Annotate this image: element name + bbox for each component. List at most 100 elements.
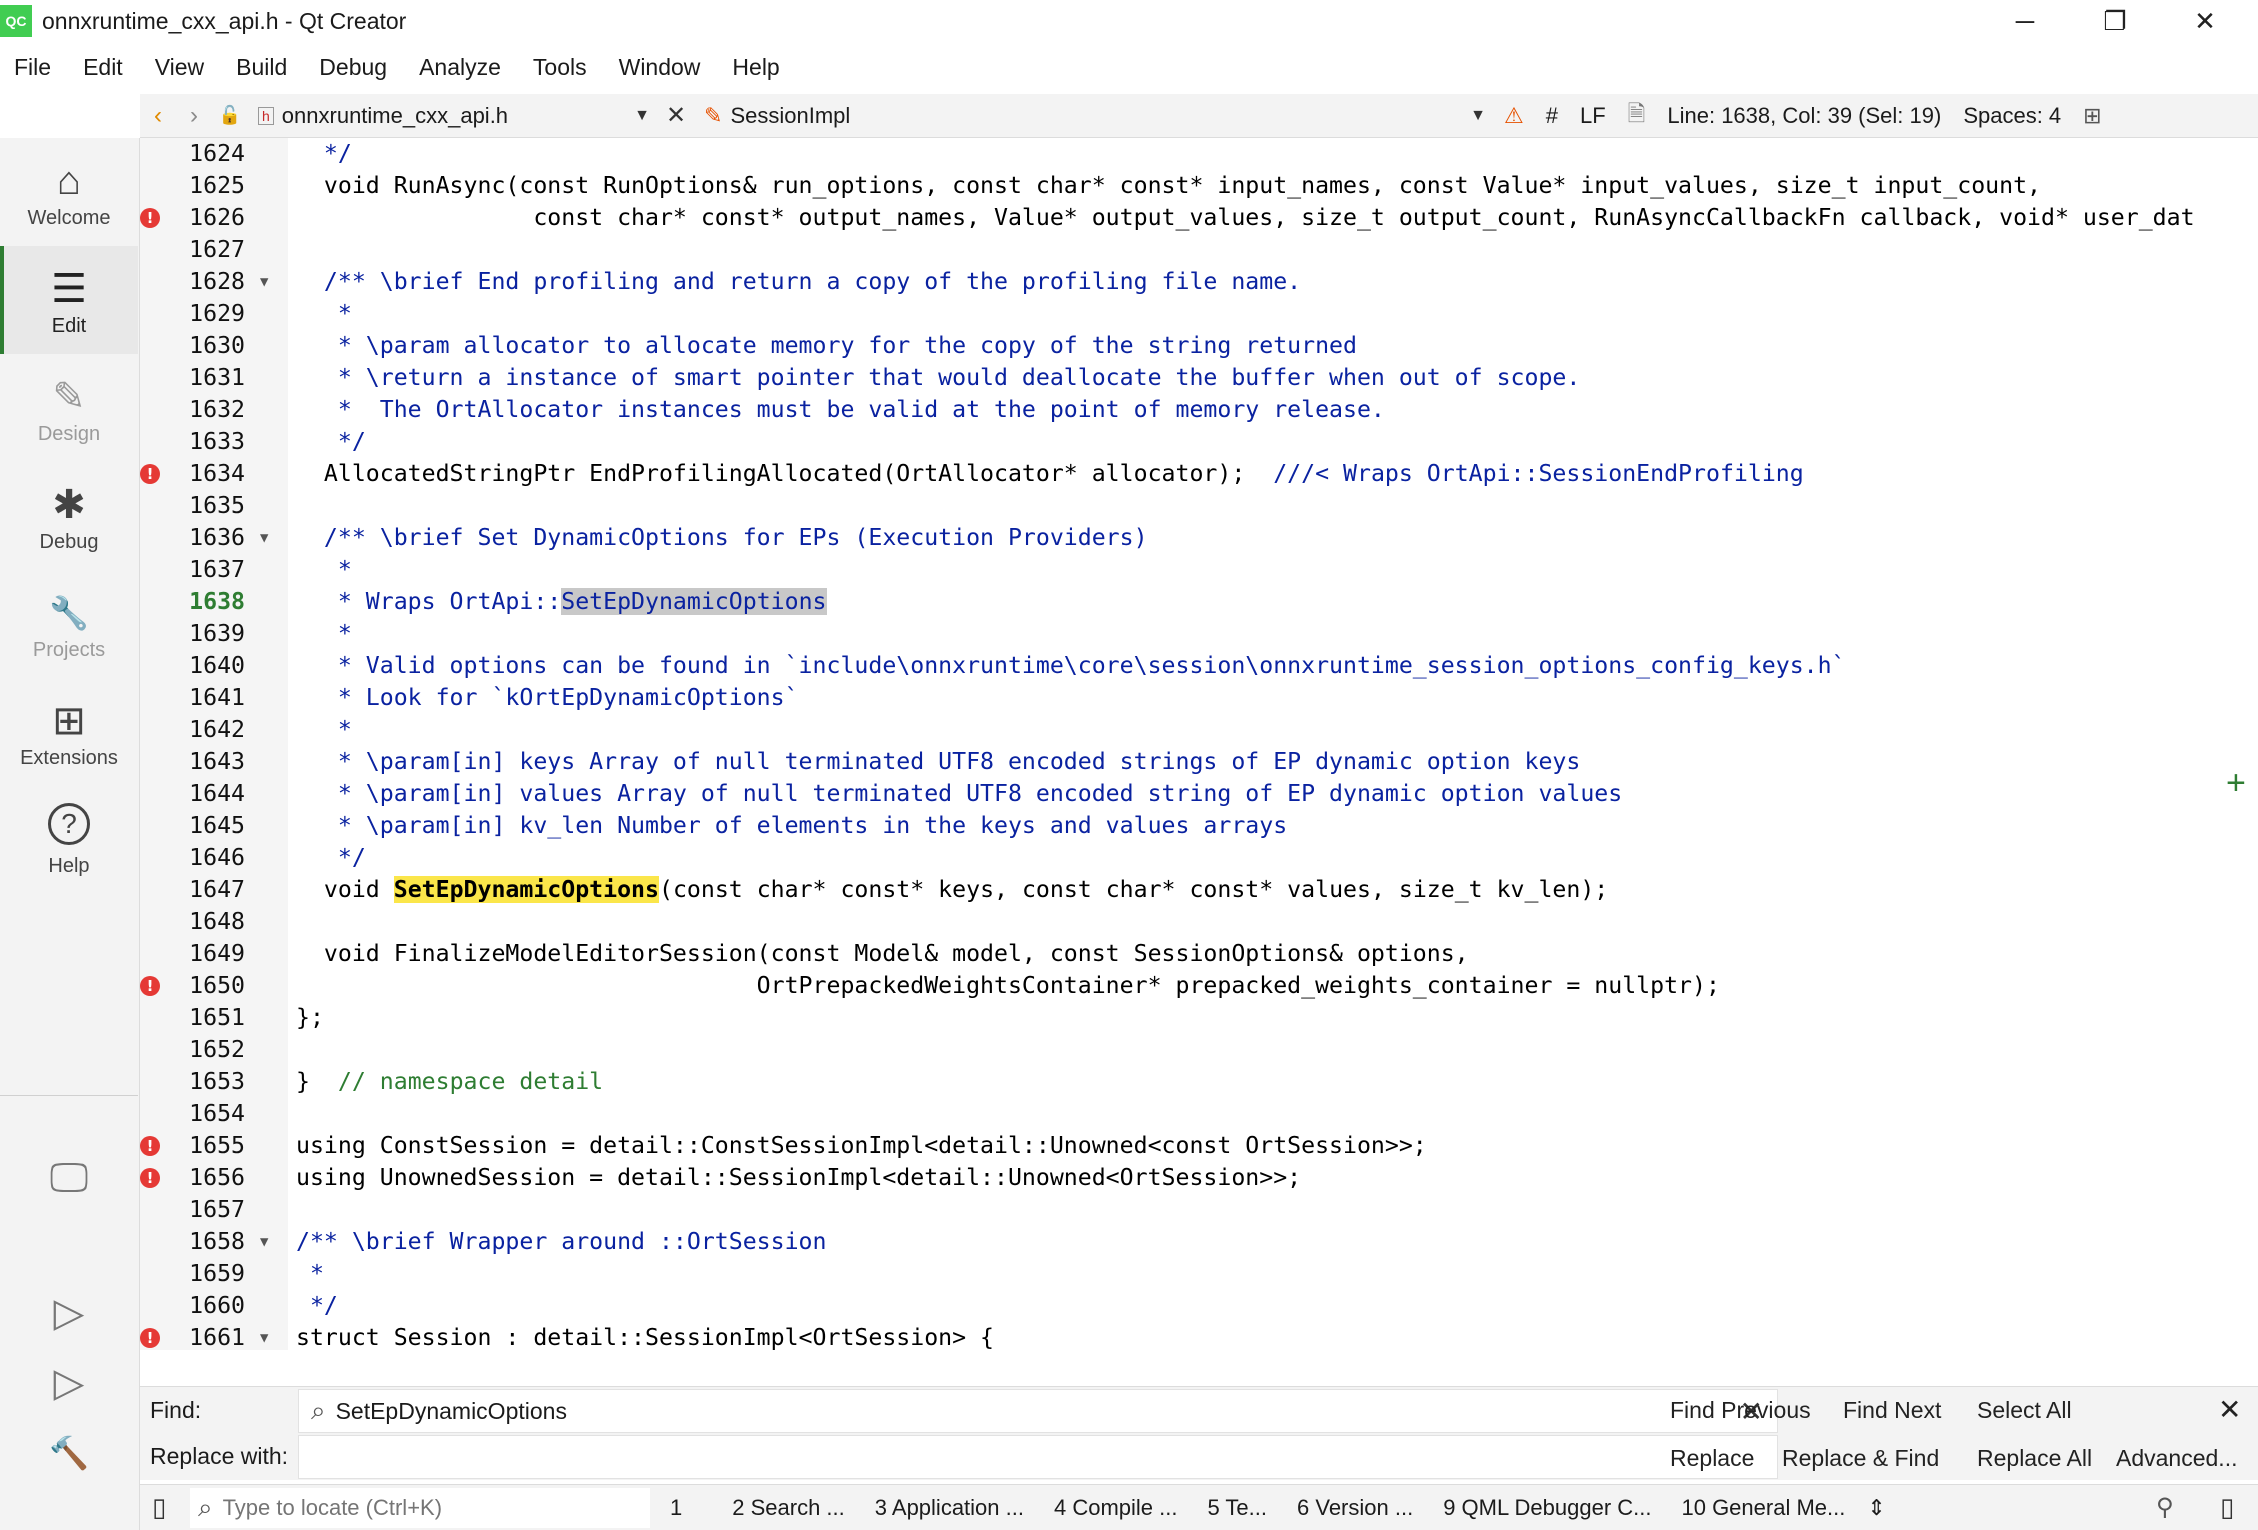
code-line[interactable]: ! 1655 using ConstSession = detail::ConstS…	[140, 1130, 2222, 1162]
code-line[interactable]: ! 1650 OrtPrepackedWeightsContainer* prep…	[140, 970, 2222, 1002]
run-button[interactable]: ▷	[0, 1278, 138, 1348]
output-pane-tab-compile[interactable]: 4 Compile ...	[1054, 1495, 1178, 1521]
mode-help[interactable]: ? Help	[0, 786, 138, 894]
mode-projects[interactable]: 🔧 Projects	[0, 570, 138, 678]
more-panes-icon[interactable]: ⇕	[1867, 1495, 1885, 1521]
symbols-combo[interactable]: ✎ SessionImpl ▼	[704, 103, 1494, 129]
maximize-button[interactable]: ❐	[2070, 0, 2160, 42]
code-line[interactable]: ! 1661 ▼ struct Session : detail::SessionIm…	[140, 1322, 2222, 1350]
code-line[interactable]: 1636 ▼ /** \brief Set DynamicOptions for …	[140, 522, 2222, 554]
open-documents-combo[interactable]: h onnxruntime_cxx_api.h ▼	[258, 103, 658, 129]
locator-input[interactable]	[222, 1494, 623, 1521]
code-line[interactable]: 1648	[140, 906, 2222, 938]
code-line[interactable]: ! 1656 using UnownedSession = detail::Sess…	[140, 1162, 2222, 1194]
menu-debug[interactable]: Debug	[319, 54, 387, 81]
lock-icon[interactable]: 🔓	[212, 105, 248, 126]
minimize-button[interactable]: ─	[1980, 0, 2070, 42]
code-line[interactable]: 1645 * \param[in] kv_len Number of eleme…	[140, 810, 2222, 842]
code-line[interactable]: ! 1626 const char* const* output_names, V…	[140, 202, 2222, 234]
code-line[interactable]: 1631 * \return a instance of smart point…	[140, 362, 2222, 394]
output-pane-tab-search[interactable]: 2 Search ...	[732, 1495, 845, 1521]
toggle-right-sidebar-icon[interactable]: ▯	[2220, 1492, 2234, 1523]
select-all-button[interactable]: Select All	[1977, 1397, 2072, 1424]
code-line[interactable]: 1643 * \param[in] keys Array of null ter…	[140, 746, 2222, 778]
close-find-icon[interactable]: ✕	[2218, 1393, 2241, 1426]
code-line[interactable]: 1627	[140, 234, 2222, 266]
code-line[interactable]: 1641 * Look for `kOrtEpDynamicOptions`	[140, 682, 2222, 714]
code-line[interactable]: 1630 * \param allocator to allocate memo…	[140, 330, 2222, 362]
code-line[interactable]: 1640 * Valid options can be found in `in…	[140, 650, 2222, 682]
code-line[interactable]: ! 1634 AllocatedStringPtr EndProfilingAll…	[140, 458, 2222, 490]
progress-details-icon[interactable]: ⚲	[2156, 1493, 2174, 1522]
close-window-button[interactable]: ✕	[2160, 0, 2250, 42]
code-line[interactable]: 1653} // namespace detail	[140, 1066, 2222, 1098]
menu-help[interactable]: Help	[732, 54, 779, 81]
split-editor-icon[interactable]: ⊞	[2083, 103, 2101, 129]
kit-selector-button[interactable]: 🖵	[0, 1138, 138, 1218]
replace-and-find-button[interactable]: Replace & Find	[1782, 1445, 1939, 1472]
code-line[interactable]: 1633 */	[140, 426, 2222, 458]
code-line[interactable]: 1660 */	[140, 1290, 2222, 1322]
code-line[interactable]: 1651};	[140, 1002, 2222, 1034]
code-line[interactable]: 1628 ▼ /** \brief End profiling and retur…	[140, 266, 2222, 298]
code-line[interactable]: 1639 *	[140, 618, 2222, 650]
code-line[interactable]: 1657	[140, 1194, 2222, 1226]
warning-icon[interactable]: ⚠	[1504, 103, 1524, 129]
code-line[interactable]: 1652	[140, 1034, 2222, 1066]
code-editor[interactable]: 1624 */1625 void RunAsync(const RunOptio…	[140, 138, 2222, 1350]
replace-button[interactable]: Replace	[1670, 1445, 1754, 1472]
locator[interactable]: ⌕	[190, 1487, 650, 1528]
output-pane-tab-general-messages[interactable]: 10 General Me...	[1681, 1495, 1845, 1521]
mode-welcome[interactable]: ⌂ Welcome	[0, 138, 138, 246]
debug-run-button[interactable]: ▷	[0, 1348, 138, 1418]
fold-marker-icon[interactable]: ▼	[260, 266, 268, 298]
replace-input[interactable]	[298, 1435, 1778, 1479]
menu-edit[interactable]: Edit	[83, 54, 123, 81]
menu-window[interactable]: Window	[619, 54, 701, 81]
code-line[interactable]: 1632 * The OrtAllocator instances must b…	[140, 394, 2222, 426]
menu-analyze[interactable]: Analyze	[419, 54, 501, 81]
find-next-button[interactable]: Find Next	[1843, 1397, 1941, 1424]
output-pane-tab-1[interactable]: 1	[670, 1495, 682, 1521]
cursor-position[interactable]: Line: 1638, Col: 39 (Sel: 19)	[1667, 103, 1941, 129]
menu-tools[interactable]: Tools	[533, 54, 587, 81]
menu-view[interactable]: View	[155, 54, 204, 81]
code-line[interactable]: 1654	[140, 1098, 2222, 1130]
code-line[interactable]: 1646 */	[140, 842, 2222, 874]
mode-debug[interactable]: ✱ Debug	[0, 462, 138, 570]
output-pane-tab-tests[interactable]: 5 Te...	[1207, 1495, 1267, 1521]
build-button[interactable]: 🔨	[0, 1418, 138, 1488]
code-line[interactable]: 1637 *	[140, 554, 2222, 586]
advanced-find-button[interactable]: Advanced...	[2116, 1445, 2237, 1472]
navigate-forward-icon[interactable]: ›	[176, 102, 212, 130]
fold-marker-icon[interactable]: ▼	[260, 1322, 268, 1350]
mode-extensions[interactable]: ⊞ Extensions	[0, 678, 138, 786]
indentation-setting[interactable]: Spaces: 4	[1963, 103, 2061, 129]
close-document-icon[interactable]: ✕	[658, 101, 694, 130]
fold-marker-icon[interactable]: ▼	[260, 1226, 268, 1258]
code-line[interactable]: 1638 * Wraps OrtApi::SetEpDynamicOptions	[140, 586, 2222, 618]
code-line[interactable]: 1629 *	[140, 298, 2222, 330]
code-line[interactable]: 1624 */	[140, 138, 2222, 170]
code-line[interactable]: 1658 ▼ /** \brief Wrapper around ::OrtSess…	[140, 1226, 2222, 1258]
code-line[interactable]: 1644 * \param[in] values Array of null t…	[140, 778, 2222, 810]
preprocessor-button[interactable]: #	[1546, 103, 1558, 129]
code-line[interactable]: 1647 void SetEpDynamicOptions(const char…	[140, 874, 2222, 906]
mode-edit[interactable]: ☰ Edit	[0, 246, 138, 354]
code-line[interactable]: 1649 void FinalizeModelEditorSession(con…	[140, 938, 2222, 970]
mode-design[interactable]: ✎ Design	[0, 354, 138, 462]
find-field[interactable]: ⌕ ✕	[298, 1389, 1778, 1433]
find-input[interactable]	[335, 1397, 1636, 1425]
output-pane-tab-version-control[interactable]: 6 Version ...	[1297, 1495, 1413, 1521]
navigate-back-icon[interactable]: ‹	[140, 102, 176, 130]
code-line[interactable]: 1625 void RunAsync(const RunOptions& run…	[140, 170, 2222, 202]
fold-marker-icon[interactable]: ▼	[260, 522, 268, 554]
replace-all-button[interactable]: Replace All	[1977, 1445, 2092, 1472]
output-pane-tab-application[interactable]: 3 Application ...	[875, 1495, 1024, 1521]
code-line[interactable]: 1659 *	[140, 1258, 2222, 1290]
menu-file[interactable]: File	[14, 54, 51, 81]
toggle-sidebar-icon[interactable]: ▯	[152, 1492, 166, 1523]
menu-build[interactable]: Build	[236, 54, 287, 81]
output-pane-tab-qml-debugger[interactable]: 9 QML Debugger C...	[1443, 1495, 1651, 1521]
code-line[interactable]: 1635	[140, 490, 2222, 522]
